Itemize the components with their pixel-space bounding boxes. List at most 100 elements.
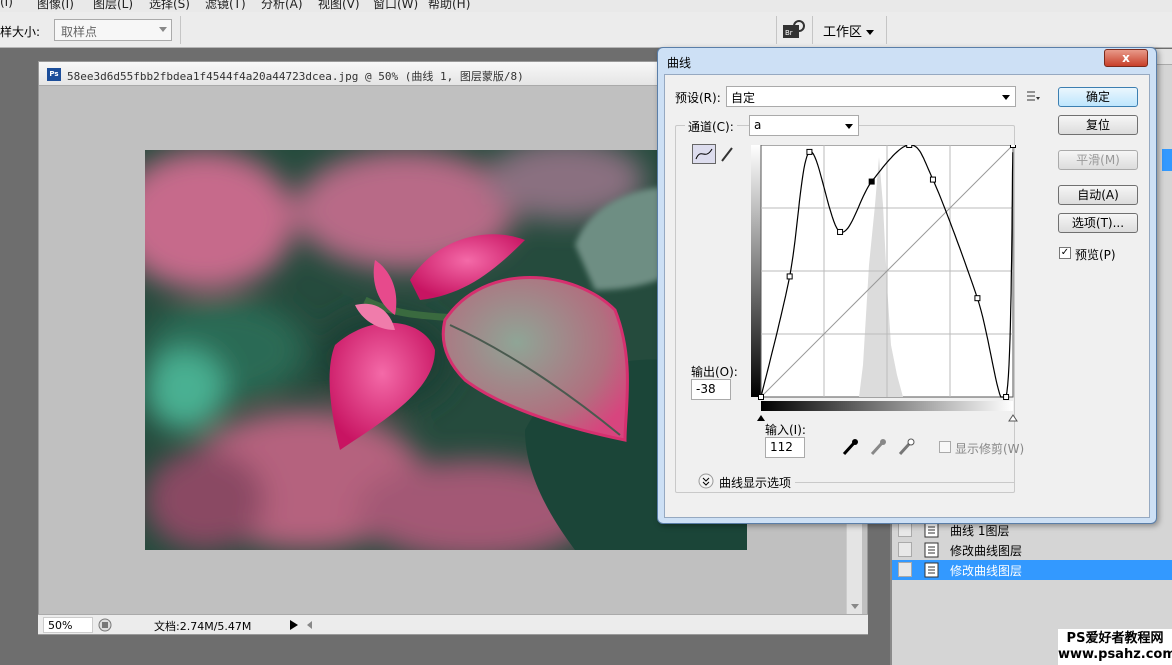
gray-eyedropper-icon[interactable] — [869, 437, 887, 457]
dialog-title: 曲线 — [667, 56, 692, 70]
visibility-toggle[interactable] — [898, 542, 912, 557]
photoshop-doc-icon: Ps — [47, 68, 61, 81]
preview-label: 预览(P) — [1075, 248, 1116, 262]
document-title: 58ee3d6d55fbb2fbdea1f4544f4a20a44723dcea… — [67, 70, 524, 83]
menu-item-image[interactable]: 图像(I) — [37, 0, 74, 12]
curves-dialog: 曲线 x 预设(R): 自定 通道(C): a 输出(O): -38 输入(I)… — [657, 47, 1157, 524]
preset-label: 预设(R): — [675, 91, 721, 105]
curve-control-point[interactable] — [974, 295, 981, 302]
chevron-down-icon — [1002, 95, 1010, 100]
input-field[interactable]: 112 — [765, 437, 805, 458]
curve-control-point[interactable] — [906, 145, 913, 148]
curve-control-point[interactable] — [868, 178, 875, 185]
curve-control-point[interactable] — [1003, 394, 1010, 400]
layer-name: 修改曲线图层 — [950, 544, 1023, 558]
play-arrow-icon[interactable] — [288, 618, 300, 632]
reset-button[interactable]: 复位 — [1058, 115, 1138, 135]
svg-text:Br: Br — [785, 29, 793, 37]
zoom-field[interactable]: 50% — [43, 617, 93, 633]
curve-display-options[interactable]: 曲线显示选项 — [719, 474, 791, 491]
watermark: PS爱好者教程网 www.psahz.com — [1058, 629, 1172, 665]
dialog-body: 预设(R): 自定 通道(C): a 输出(O): -38 输入(I): 112… — [664, 74, 1150, 518]
black-eyedropper-icon[interactable] — [841, 437, 859, 457]
menu-item-analysis[interactable]: 分析(A) — [261, 0, 303, 12]
divider — [812, 16, 813, 44]
curve-control-point[interactable] — [786, 273, 793, 280]
output-field[interactable]: -38 — [691, 379, 731, 400]
show-clipping-label: 显示修剪(W) — [955, 442, 1025, 456]
menu-item-select[interactable]: 选择(S) — [149, 0, 190, 12]
chevron-down-icon — [159, 27, 167, 32]
ok-button[interactable]: 确定 — [1058, 87, 1138, 107]
visibility-toggle[interactable] — [898, 522, 912, 537]
black-point-slider[interactable] — [757, 415, 765, 421]
preset-select[interactable]: 自定 — [726, 86, 1016, 107]
options-bar: 样大小: 取样点 Br 工作区 — [0, 12, 1172, 48]
curve-control-point[interactable] — [1010, 145, 1016, 148]
output-gradient-bar — [751, 145, 761, 397]
divider — [795, 482, 1015, 483]
chevron-down-icon — [845, 124, 853, 129]
sample-size-value: 取样点 — [61, 25, 98, 39]
chevron-down-icon — [866, 30, 875, 35]
visibility-toggle[interactable] — [898, 562, 912, 577]
options-button[interactable]: 选项(T)... — [1058, 213, 1138, 233]
channel-select[interactable]: a — [749, 115, 859, 136]
preview-checkbox[interactable]: ✓ — [1059, 247, 1071, 259]
input-label: 输入(I): — [765, 423, 806, 437]
adjustment-layer-icon — [924, 562, 939, 578]
layer-row[interactable]: 修改曲线图层 — [892, 540, 1172, 560]
curve-control-point[interactable] — [929, 176, 936, 183]
bridge-icon[interactable]: Br — [782, 20, 806, 40]
white-point-slider[interactable] — [1008, 414, 1018, 422]
curve-control-point[interactable] — [806, 148, 813, 155]
input-value: 112 — [770, 440, 793, 454]
divider — [180, 16, 181, 44]
output-value: -38 — [696, 382, 716, 396]
divider — [776, 16, 777, 44]
menu-item-view[interactable]: 视图(V) — [318, 0, 360, 12]
trash-icon[interactable] — [98, 618, 112, 632]
adjustment-layer-icon — [924, 542, 939, 558]
smooth-button[interactable]: 平滑(M) — [1058, 150, 1138, 170]
output-label: 输出(O): — [691, 365, 738, 379]
curve-point-tool[interactable] — [692, 144, 716, 164]
menu-item-filter[interactable]: 滤镜(T) — [205, 0, 246, 12]
show-clipping-checkbox[interactable] — [939, 441, 951, 453]
channel-value: a — [754, 118, 762, 132]
menu-item-window[interactable]: 窗口(W) — [373, 0, 418, 12]
layer-row-selected[interactable]: 修改曲线图层 — [892, 560, 1172, 580]
layer-name: 修改曲线图层 — [950, 564, 1023, 578]
divider — [886, 16, 887, 44]
curves-graph[interactable] — [751, 145, 1021, 427]
pencil-icon[interactable] — [719, 145, 735, 163]
preset-options-icon[interactable] — [1025, 89, 1041, 103]
white-eyedropper-icon[interactable] — [897, 437, 915, 457]
curve-icon — [695, 148, 713, 160]
auto-button[interactable]: 自动(A) — [1058, 185, 1138, 205]
scroll-left-icon[interactable] — [304, 618, 316, 632]
preset-value: 自定 — [731, 91, 756, 105]
channel-label: 通道(C): — [685, 118, 737, 135]
adjustment-layer-icon — [924, 522, 939, 538]
sample-size-select[interactable]: 取样点 — [54, 19, 172, 41]
curve-control-point[interactable] — [758, 394, 764, 400]
menu-item-1[interactable]: (I) — [0, 0, 13, 9]
curve-control-point[interactable] — [837, 228, 844, 235]
close-button[interactable]: x — [1104, 49, 1148, 67]
layer-name: 曲线 1图层 — [950, 524, 1010, 538]
menu-item-layer[interactable]: 图层(L) — [93, 0, 133, 12]
zoom-value: 50% — [48, 619, 73, 632]
document-size: 文档:2.74M/5.47M — [154, 620, 252, 633]
workspace-menu[interactable]: 工作区 — [823, 21, 875, 40]
sample-size-label: 样大小: — [0, 25, 41, 39]
input-gradient-bar — [761, 401, 1013, 411]
panel-selection-stub — [1162, 149, 1172, 171]
status-bar: 50% 文档:2.74M/5.47M — [38, 614, 868, 634]
watermark-line1: PS爱好者教程网 — [1066, 631, 1164, 646]
expand-chevron-icon[interactable] — [698, 473, 714, 489]
watermark-line2: www.psahz.com — [1058, 647, 1172, 662]
menu-bar: (I) 图像(I) 图层(L) 选择(S) 滤镜(T) 分析(A) 视图(V) … — [0, 0, 1172, 12]
menu-item-help[interactable]: 帮助(H) — [428, 0, 470, 12]
workspace-label: 工作区 — [823, 25, 863, 40]
